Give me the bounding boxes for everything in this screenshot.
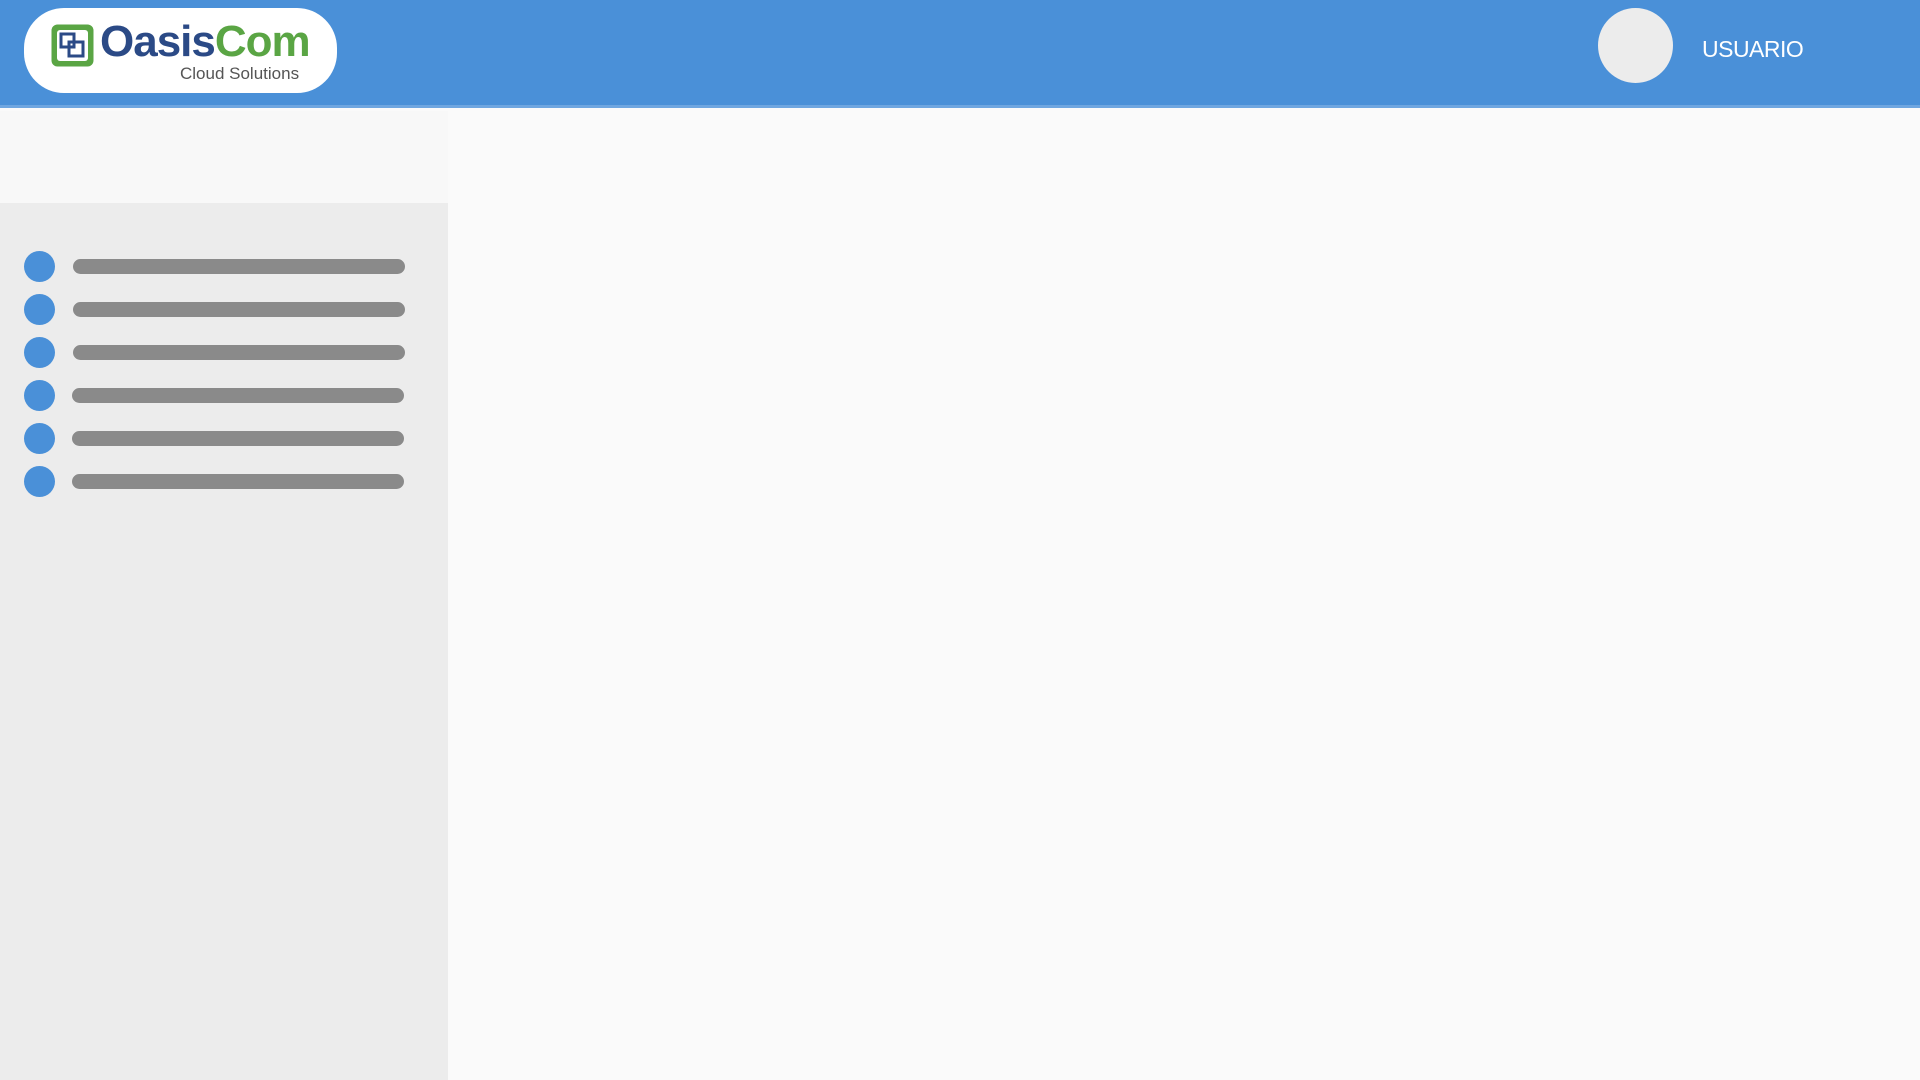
brand-logo[interactable]: OasisCom Cloud Solutions bbox=[24, 8, 337, 93]
bullet-dot-icon bbox=[24, 294, 55, 325]
brand-name: OasisCom bbox=[100, 17, 311, 66]
bullet-dot-icon bbox=[24, 423, 55, 454]
sidebar-item-label-placeholder bbox=[72, 431, 404, 446]
bullet-dot-icon bbox=[24, 380, 55, 411]
bullet-dot-icon bbox=[24, 466, 55, 497]
user-name-label[interactable]: USUARIO bbox=[1702, 36, 1804, 63]
sidebar-item-label-placeholder bbox=[73, 259, 405, 274]
sidebar-item-5[interactable] bbox=[24, 422, 414, 454]
sidebar-header-area bbox=[0, 111, 448, 203]
bullet-dot-icon bbox=[24, 251, 55, 282]
sidebar-item-label-placeholder bbox=[73, 345, 405, 360]
sidebar-item-2[interactable] bbox=[24, 293, 414, 325]
sidebar-item-3[interactable] bbox=[24, 336, 414, 368]
sidebar-item-label-placeholder bbox=[72, 388, 404, 403]
logo-mark-icon bbox=[51, 24, 94, 67]
main-content-area bbox=[448, 111, 1920, 1080]
brand-name-part-2: Com bbox=[214, 17, 311, 66]
app-window: OasisCom Cloud Solutions USUARIO bbox=[0, 0, 1920, 1080]
sidebar-item-label-placeholder bbox=[72, 474, 404, 489]
sidebar-menu bbox=[0, 203, 448, 1080]
brand-tagline: Cloud Solutions bbox=[180, 64, 300, 83]
bullet-dot-icon bbox=[24, 337, 55, 368]
user-avatar-icon[interactable] bbox=[1598, 8, 1673, 83]
sidebar-item-6[interactable] bbox=[24, 465, 414, 497]
sidebar-item-4[interactable] bbox=[24, 379, 414, 411]
sidebar-item-label-placeholder bbox=[73, 302, 405, 317]
brand-name-part-1: Oasis bbox=[100, 17, 216, 66]
top-header-bar: OasisCom Cloud Solutions USUARIO bbox=[0, 0, 1920, 108]
sidebar-item-1[interactable] bbox=[24, 250, 414, 282]
